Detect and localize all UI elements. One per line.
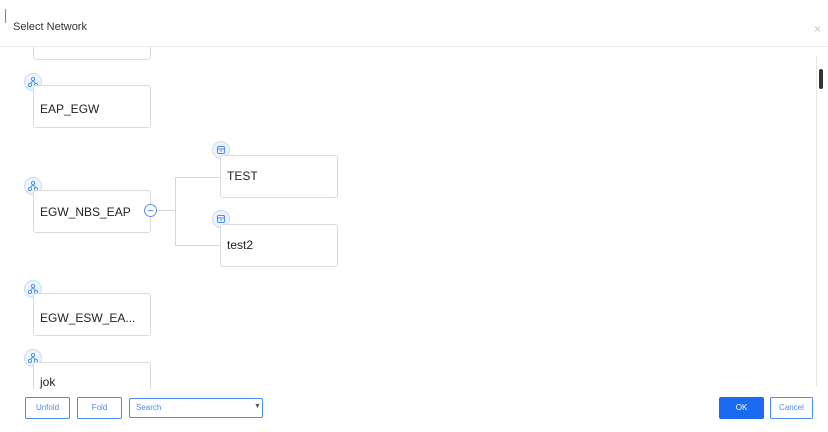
tree-node-egw-nbs-eap[interactable]: EGW_NBS_EAP [33,190,151,233]
tree-node-egw-esw-ea[interactable]: EGW_ESW_EA... [33,293,151,336]
tree-node-label: jok [40,375,56,389]
tree-connector [175,177,176,245]
tree-node-jok[interactable]: jok [33,362,151,389]
tree-node-test2[interactable]: test2 [220,224,338,267]
ok-button[interactable]: OK [719,397,764,419]
dialog-footer [0,389,828,432]
tree-connector [175,245,220,246]
scrollbar-track[interactable] [816,56,825,386]
tree-node-label: EGW_ESW_EA... [40,311,136,325]
chevron-down-icon: ▼ [254,403,261,410]
cancel-button[interactable]: Cancel [770,397,813,419]
tree-connector [157,210,175,211]
tree-node-test[interactable]: TEST [220,155,338,198]
collapse-toggle-icon[interactable] [144,204,157,217]
scrollbar-thumb[interactable] [819,69,823,89]
tree-node-eap-egw[interactable]: EAP_EGW [33,85,151,128]
tree-node[interactable] [33,47,151,60]
dialog-title: Select Network [13,21,87,33]
close-icon[interactable]: × [814,23,821,35]
dialog-header: Select Network × [0,0,828,47]
tree-node-label: test2 [227,238,254,252]
select-network-dialog: Select Network × EAP_EGW EGW_NBS_EAP TES… [0,0,828,432]
network-tree: EAP_EGW EGW_NBS_EAP TEST test2 EGW_ESW_E… [0,47,810,389]
unfold-button[interactable]: Unfold [25,397,70,419]
tree-node-label: EAP_EGW [40,102,100,116]
fold-button[interactable]: Fold [77,397,122,419]
tree-connector [175,177,220,178]
tree-node-label: EGW_NBS_EAP [40,205,131,219]
search-placeholder: Search [136,403,162,412]
tree-node-label: TEST [227,169,258,183]
search-select[interactable]: Search ▼ [129,398,263,418]
